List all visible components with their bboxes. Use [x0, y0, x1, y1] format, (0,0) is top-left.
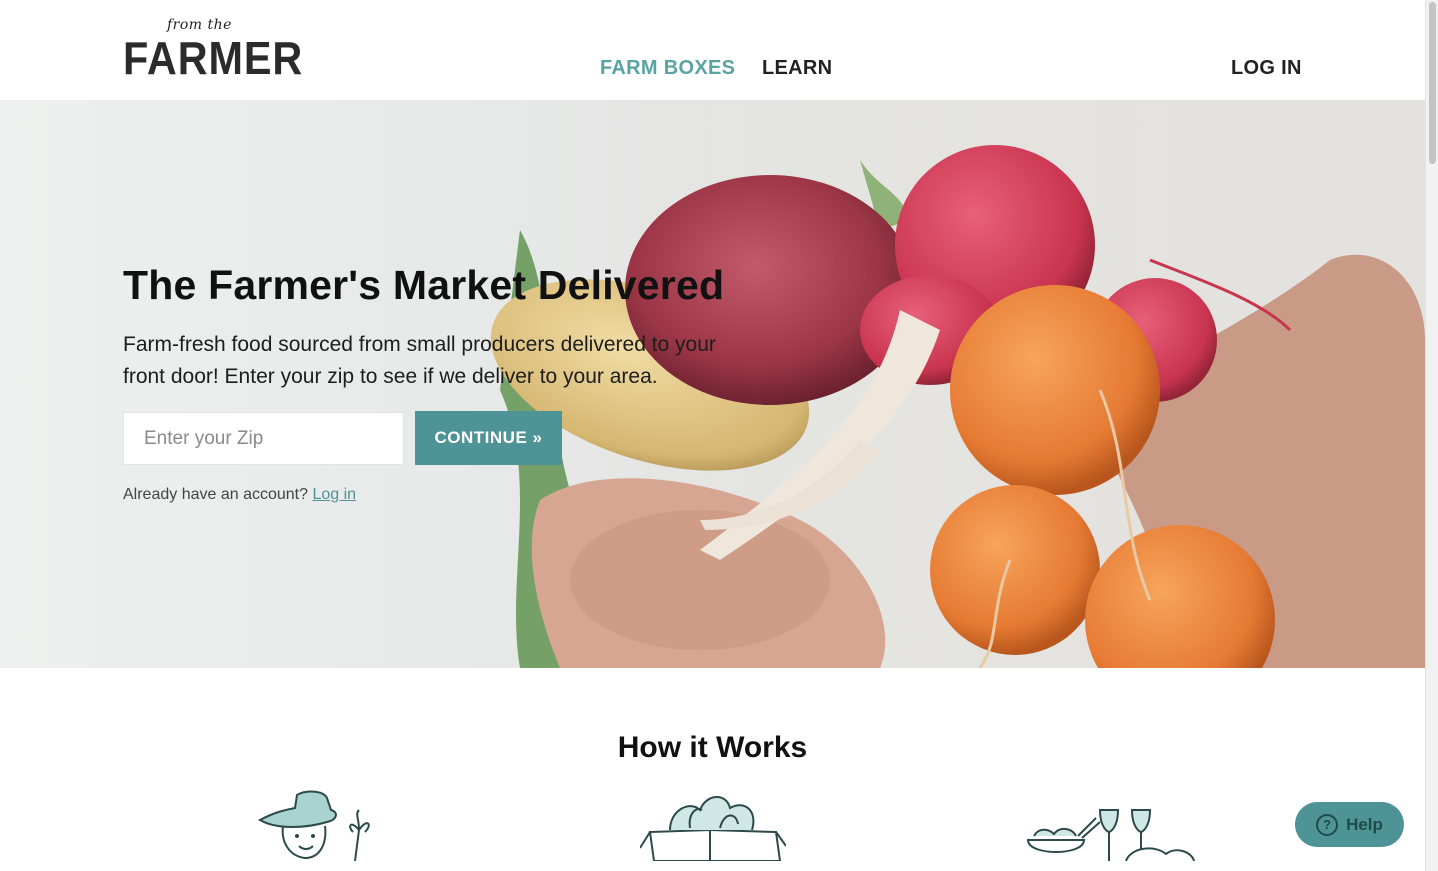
account-prompt: Already have an account? Log in	[123, 486, 356, 504]
farmer-illustration-icon	[257, 790, 370, 861]
hero-subtitle: Farm-fresh food sourced from small produ…	[123, 333, 716, 388]
meal-table-illustration-icon	[1026, 809, 1195, 861]
continue-button[interactable]: CONTINUE »	[415, 411, 562, 465]
logo-tagline: from the	[167, 17, 232, 33]
hero-section: The Farmer's Market Delivered Farm-fresh…	[0, 100, 1425, 668]
how-it-works-title: How it Works	[617, 731, 808, 764]
page-scrollbar[interactable]	[1425, 0, 1438, 871]
site-header: from the FARMER FARM BOXES LEARN LOG IN	[0, 0, 1425, 100]
logo[interactable]: from the FARMER	[123, 17, 302, 83]
nav-learn[interactable]: LEARN	[762, 57, 832, 80]
help-button[interactable]: ? Help	[1295, 802, 1404, 847]
nav-log-in[interactable]: LOG IN	[1231, 57, 1302, 80]
produce-box-illustration-icon	[640, 796, 786, 861]
login-link[interactable]: Log in	[312, 486, 356, 503]
hero-title: The Farmer's Market Delivered	[123, 262, 725, 308]
zip-input[interactable]	[123, 412, 404, 465]
help-label: Help	[1346, 814, 1383, 834]
account-prompt-text: Already have an account?	[123, 486, 309, 503]
scrollbar-thumb[interactable]	[1429, 2, 1436, 164]
question-circle-icon: ?	[1316, 813, 1339, 836]
nav-farm-boxes[interactable]: FARM BOXES	[600, 57, 735, 80]
logo-wordmark: FARMER	[123, 32, 304, 84]
